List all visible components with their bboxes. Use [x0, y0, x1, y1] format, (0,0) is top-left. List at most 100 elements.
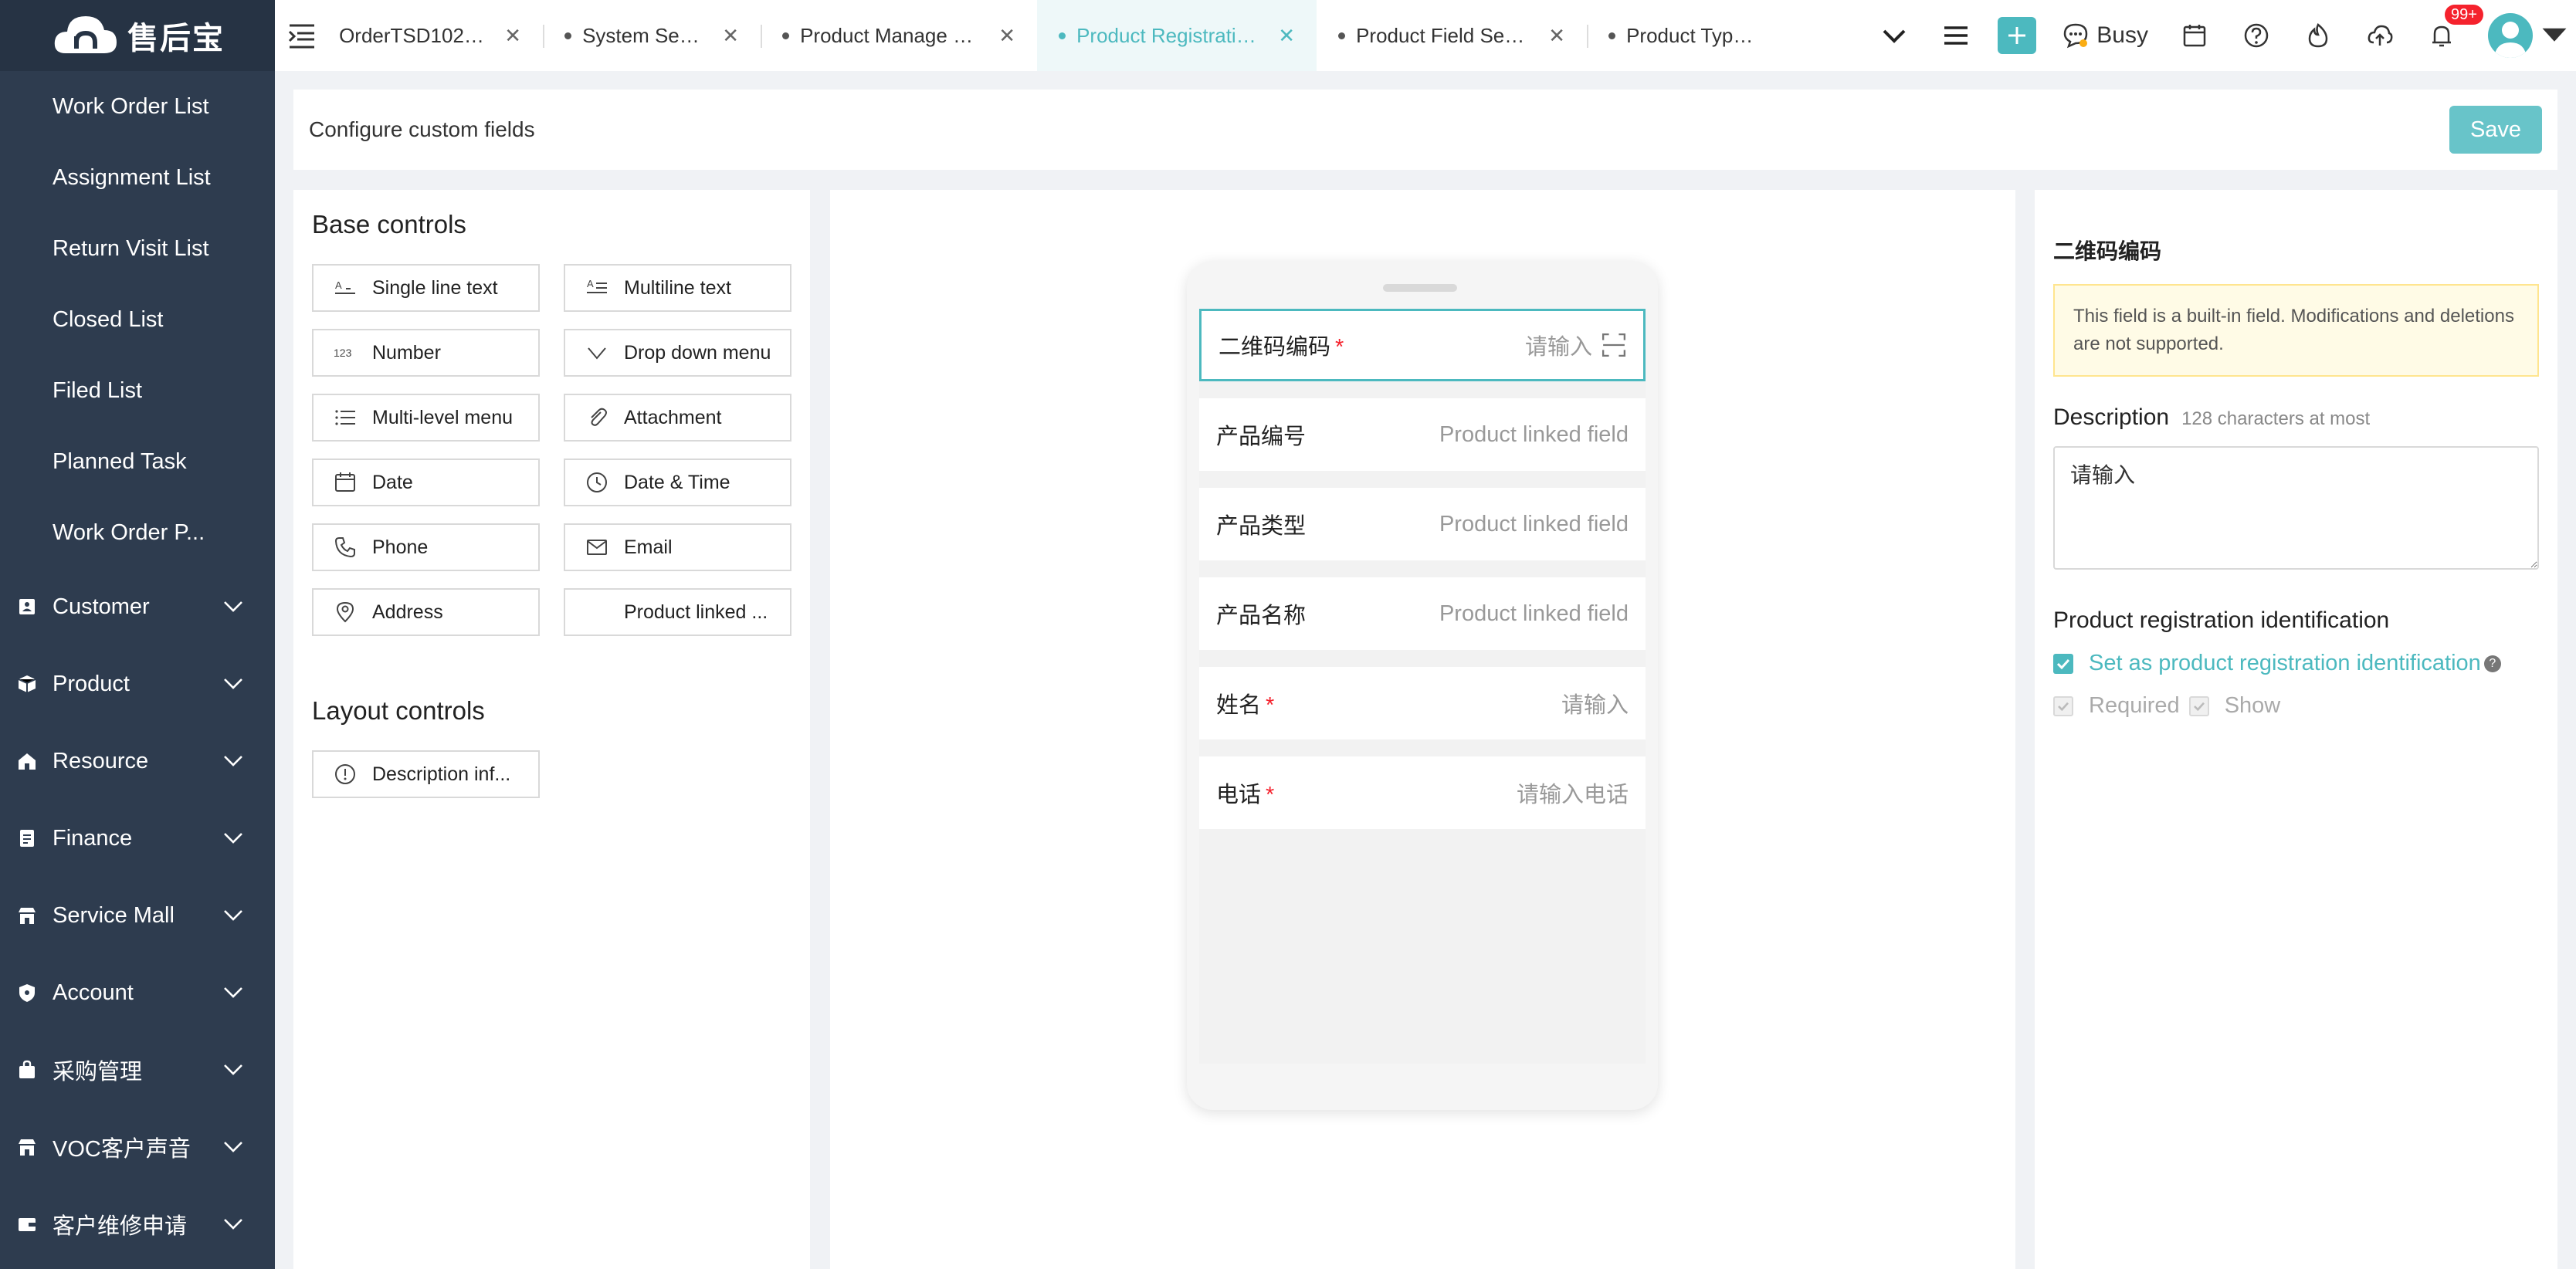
sidebar-group[interactable]: Resource [0, 722, 275, 800]
tab[interactable]: OrderTSD10230... ✕ [317, 0, 543, 71]
identification-title: Product registration identification [2053, 607, 2390, 633]
form-field-row[interactable]: 二维码编码 * 请输入 [1199, 309, 1646, 381]
close-icon[interactable]: ✕ [998, 24, 1015, 48]
check-icon [2193, 702, 2205, 711]
control-item[interactable]: Phone [312, 523, 540, 571]
sidebar-item[interactable]: Filed List [0, 355, 275, 426]
brand-name: 售后宝 [127, 22, 225, 56]
sidebar-group[interactable]: Customer [0, 568, 275, 645]
layout-controls-grid: Description inf... [312, 750, 791, 798]
close-icon[interactable]: ✕ [722, 24, 739, 48]
close-icon[interactable]: ✕ [1278, 24, 1295, 48]
page-header: Configure custom fields Save [293, 90, 2557, 170]
form-field-row[interactable]: 产品名称 Product linked field [1199, 577, 1646, 650]
sidebar-item-label: Work Order P... [53, 519, 205, 545]
identification-checkbox-label[interactable]: Set as product registration identificati… [2089, 651, 2481, 676]
close-icon[interactable]: ✕ [1548, 24, 1565, 48]
svg-text:123: 123 [334, 347, 352, 359]
form-field-row[interactable]: 产品类型 Product linked field [1199, 488, 1646, 560]
sidebar-group-label: Customer [53, 594, 150, 619]
sidebar-item[interactable]: Closed List [0, 284, 275, 355]
control-item[interactable]: Date [312, 459, 540, 506]
svg-text:A: A [335, 279, 342, 291]
text-line-icon: A [335, 279, 355, 294]
ledger-icon [20, 830, 34, 847]
theme-button[interactable] [2287, 0, 2349, 71]
tabs-dropdown-button[interactable] [1863, 0, 1925, 71]
calendar-button[interactable] [2164, 0, 2225, 71]
form-field-placeholder-wrap: Product linked field [1439, 601, 1629, 627]
tab[interactable]: Product Manage Sett... ✕ [761, 0, 1037, 71]
control-item[interactable]: Multi-level menu [312, 394, 540, 442]
status-selector[interactable]: Busy [2047, 22, 2164, 49]
tab-label: OrderTSD10230... [339, 23, 486, 47]
shield-icon [19, 984, 35, 1002]
sidebar-group[interactable]: Service Mall [0, 877, 275, 954]
form-field-placeholder: Product linked field [1439, 421, 1629, 447]
control-item[interactable]: Product linked ... [564, 588, 791, 636]
help-button[interactable] [2225, 0, 2287, 71]
save-button[interactable]: Save [2449, 106, 2542, 154]
control-item[interactable]: Email [564, 523, 791, 571]
form-field-row[interactable]: 电话 * 请输入电话 [1199, 756, 1646, 829]
control-item[interactable]: Date & Time [564, 459, 791, 506]
sidebar-group[interactable]: Product [0, 645, 275, 722]
control-label: Date & Time [624, 471, 730, 493]
control-item[interactable]: Description inf... [312, 750, 540, 798]
list-icon [335, 410, 355, 425]
sidebar-group-label: Account [53, 980, 134, 1005]
tab[interactable]: Product Field Setting ✕ [1317, 0, 1587, 71]
sidebar-item[interactable]: Work Order P... [0, 497, 275, 568]
form-field-row[interactable]: 姓名 * 请输入 [1199, 667, 1646, 739]
tabs-menu-button[interactable] [1925, 0, 1987, 71]
collapse-menu-button[interactable] [275, 22, 317, 49]
user-avatar-icon [2494, 22, 2527, 58]
sidebar-group-label: Product [53, 671, 130, 696]
brand-logo[interactable]: 售后宝 [0, 0, 275, 71]
sidebar-item[interactable]: Work Order List [0, 71, 275, 142]
tab[interactable]: System Setting ✕ [543, 0, 761, 71]
identification-option: Set as product registration identificati… [2053, 651, 2539, 676]
show-label: Show [2224, 693, 2281, 718]
user-menu-button[interactable] [2533, 0, 2576, 71]
page-title: Configure custom fields [309, 117, 535, 141]
tab[interactable]: Product Registration F... ✕ [1037, 0, 1317, 71]
map-pin-icon [336, 601, 354, 623]
sidebar-group-label: 客户维修申请 [53, 1214, 188, 1239]
form-field-label-wrap: 产品类型 [1216, 508, 1306, 540]
form-field-row[interactable]: 产品编号 Product linked field [1199, 398, 1646, 471]
top-bar: OrderTSD10230... ✕ System Setting ✕ Prod… [275, 0, 2576, 71]
sidebar-item[interactable]: Assignment List [0, 142, 275, 213]
upload-button[interactable] [2349, 0, 2411, 71]
control-item[interactable]: Attachment [564, 394, 791, 442]
close-icon[interactable]: ✕ [504, 24, 521, 48]
contact-card-icon [19, 599, 35, 614]
sidebar-item[interactable]: Return Visit List [0, 213, 275, 284]
control-label: Drop down menu [624, 341, 771, 364]
sidebar-item[interactable]: Planned Task [0, 426, 275, 497]
avatar[interactable] [2488, 13, 2533, 58]
sidebar-group[interactable]: Finance [0, 800, 275, 877]
envelope-icon [587, 540, 607, 555]
sidebar-group[interactable]: 采购管理 [0, 1031, 275, 1108]
sidebar-group-label: Finance [53, 825, 133, 851]
notifications-button[interactable]: 99+ [2411, 0, 2483, 71]
control-item[interactable]: Drop down menu [564, 329, 791, 377]
control-item[interactable]: A Multiline text [564, 264, 791, 312]
sidebar-group[interactable]: Account [0, 954, 275, 1031]
bag-icon [19, 1060, 35, 1078]
description-input[interactable] [2053, 446, 2539, 570]
base-controls-grid: A Single line text A Multiline text 123 … [312, 264, 791, 636]
sidebar-group[interactable]: VOC客户声音 [0, 1108, 275, 1186]
control-item[interactable]: 123 Number [312, 329, 540, 377]
info-icon [335, 764, 355, 784]
control-item[interactable]: A Single line text [312, 264, 540, 312]
help-icon[interactable]: ? [2483, 655, 2501, 672]
add-button[interactable] [1998, 17, 2037, 54]
required-mark: * [1266, 693, 1275, 718]
identification-checkbox[interactable] [2053, 653, 2073, 674]
sidebar-group[interactable]: 客户维修申请 [0, 1186, 275, 1263]
tab[interactable]: Product Type F [1587, 0, 1780, 71]
control-item[interactable]: Address [312, 588, 540, 636]
tab-label: Product Type F [1626, 23, 1759, 47]
